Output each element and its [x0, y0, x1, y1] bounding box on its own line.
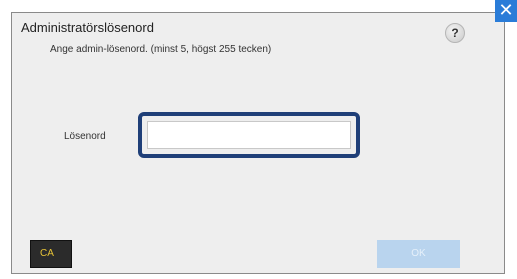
clear-all-button[interactable]: CA	[30, 240, 72, 268]
dialog-title: Administratörslösenord	[21, 20, 154, 35]
ok-button[interactable]: OK	[377, 240, 460, 268]
password-input[interactable]	[147, 121, 351, 149]
password-label: Lösenord	[64, 131, 106, 142]
dialog-instructions: Ange admin-lösenord. (minst 5, högst 255…	[50, 44, 272, 55]
close-button[interactable]: ✕	[495, 0, 517, 22]
help-button[interactable]: ?	[445, 23, 465, 43]
